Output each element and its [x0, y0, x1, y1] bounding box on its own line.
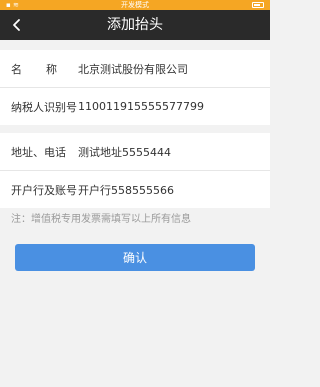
invoice-extra-group: 地址、电话 测试地址5555444 开户行及账号 开户行558555566	[0, 133, 270, 208]
page-title: 添加抬头	[107, 17, 163, 33]
invoice-basic-group: 名称 北京测试股份有限公司 纳税人识别号 110011915555577799	[0, 50, 270, 125]
company-name-field[interactable]: 北京测试股份有限公司	[78, 61, 270, 77]
company-name-row[interactable]: 名称 北京测试股份有限公司	[0, 50, 270, 87]
address-phone-label: 地址、电话	[11, 145, 66, 159]
taxpayer-id-row[interactable]: 纳税人识别号 110011915555577799	[0, 87, 270, 125]
status-bar: ▪ ≋ 开发模式	[0, 0, 270, 10]
bank-account-row[interactable]: 开户行及账号 开户行558555566	[0, 170, 270, 208]
battery-icon	[252, 2, 264, 8]
navigation-bar: 添加抬头	[0, 10, 270, 40]
bank-account-field[interactable]: 开户行558555566	[78, 182, 270, 198]
confirm-button[interactable]: 确认	[15, 244, 255, 271]
vat-note: 注：增值税专用发票需填写以上所有信息	[11, 214, 191, 225]
address-phone-field[interactable]: 测试地址5555444	[78, 144, 270, 160]
address-phone-row[interactable]: 地址、电话 测试地址5555444	[0, 133, 270, 170]
taxpayer-id-field[interactable]: 110011915555577799	[78, 100, 270, 113]
taxpayer-id-label: 纳税人识别号	[11, 100, 77, 114]
status-bar-mode-text: 开发模式	[121, 1, 149, 9]
bank-account-label: 开户行及账号	[11, 183, 77, 197]
company-name-label: 名称	[11, 62, 81, 76]
